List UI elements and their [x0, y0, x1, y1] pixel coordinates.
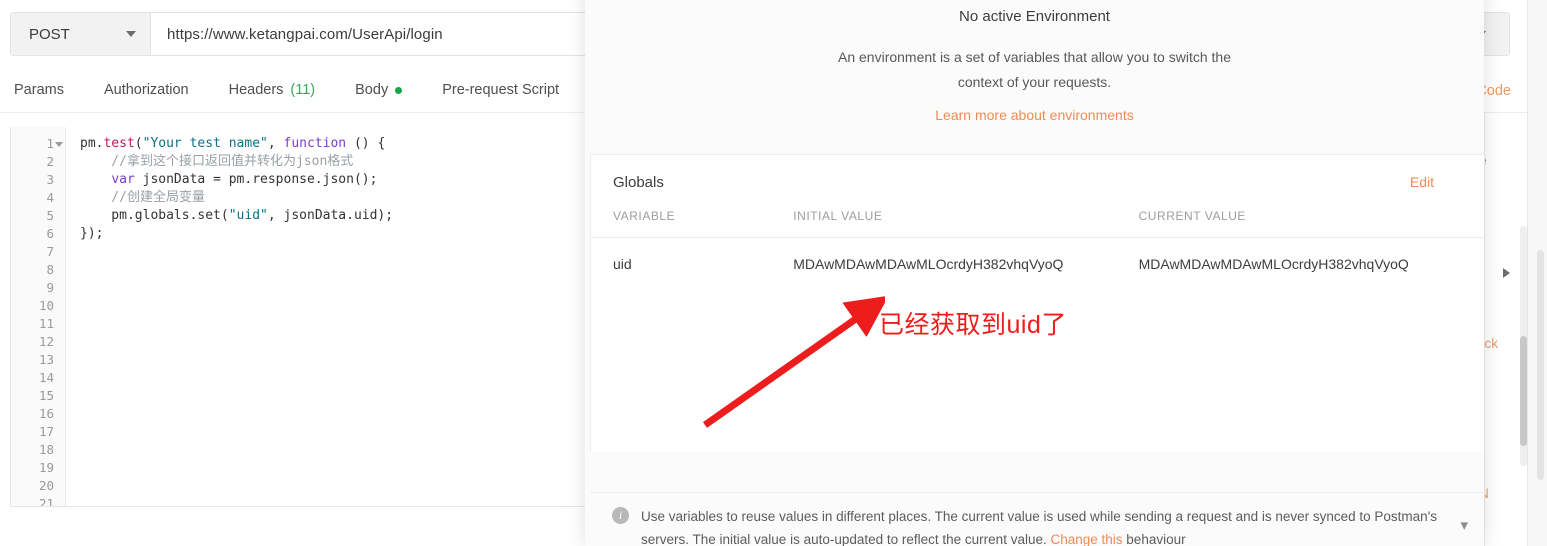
info-icon: i	[612, 507, 629, 524]
cell-current-value: MDAwMDAwMDAwMLOcrdyH382vhqVyoQ	[1138, 256, 1409, 272]
table-header-row: VARIABLE INITIAL VALUE CURRENT VALUE	[591, 209, 1484, 238]
table-body: uid MDAwMDAwMDAwMLOcrdyH382vhqVyoQ MDAwM…	[591, 238, 1484, 272]
code-token: });	[80, 226, 104, 241]
code-token: //创建全局变量	[80, 190, 205, 205]
line-number: 6	[46, 226, 54, 241]
code-token: var	[111, 172, 135, 187]
http-method-label: POST	[29, 25, 70, 43]
modal-description-line2: context of your requests.	[957, 74, 1112, 90]
response-fragment-e: e	[1485, 153, 1487, 168]
globals-variables-table: VARIABLE INITIAL VALUE CURRENT VALUE uid…	[591, 209, 1484, 272]
tab-label: Pre-request Script	[442, 82, 560, 98]
code-token: //拿到这个接口返回值并转化为json格式	[80, 154, 354, 169]
column-header-current-value: CURRENT VALUE	[1138, 209, 1246, 223]
line-number: 2	[46, 154, 54, 169]
globals-header: Globals Edit	[591, 155, 1484, 209]
globals-card: Globals Edit VARIABLE INITIAL VALUE CURR…	[590, 154, 1484, 452]
column-header-variable: VARIABLE	[613, 209, 676, 223]
line-number: 12	[38, 334, 54, 349]
modal-title: No active Environment	[959, 8, 1110, 25]
right-rail	[1527, 0, 1547, 546]
annotation-text: 已经获取到uid了	[879, 311, 1067, 339]
app-root: POST https://www.ketangpai.com/UserApi/l…	[0, 0, 1547, 546]
code-token: jsonData = pm.response.json();	[134, 172, 378, 187]
cell-initial-value: MDAwMDAwMDAwMLOcrdyH382vhqVyoQ	[793, 256, 1064, 272]
chevron-down-icon	[126, 31, 136, 37]
tab-pre-request-script[interactable]: Pre-request Script	[442, 82, 559, 98]
line-number: 4	[46, 190, 54, 205]
line-number: 13	[38, 352, 54, 367]
code-token: pm.globals.set(	[80, 208, 229, 223]
line-number: 20	[38, 478, 54, 493]
line-number: 9	[46, 280, 54, 295]
tab-label: Body	[355, 82, 389, 98]
check-fragment[interactable]: eck	[1485, 336, 1498, 351]
chevron-down-icon[interactable]: ▾	[1460, 516, 1468, 534]
code-token: function	[283, 136, 347, 151]
panel-scrollbar-thumb[interactable]	[1520, 336, 1527, 446]
footer-inner: i Use variables to reuse values in diffe…	[612, 505, 1438, 546]
tab-params[interactable]: Params	[14, 82, 64, 98]
table-row[interactable]: uid MDAwMDAwMDAwMLOcrdyH382vhqVyoQ MDAwM…	[591, 238, 1484, 272]
line-number: 21	[38, 496, 54, 507]
column-header-initial-value: INITIAL VALUE	[793, 209, 883, 223]
http-method-select[interactable]: POST	[11, 13, 151, 55]
cell-variable: uid	[613, 256, 632, 272]
tab-authorization[interactable]: Authorization	[104, 82, 189, 98]
tab-body[interactable]: Body	[355, 82, 403, 98]
tab-label: Headers	[228, 82, 284, 98]
line-number: 7	[46, 244, 54, 259]
modal-description-line1: An environment is a set of variables tha…	[838, 49, 1231, 65]
code-token: "Your test name"	[142, 136, 268, 151]
code-token: ,	[267, 136, 284, 151]
window-scrollbar-thumb[interactable]	[1537, 250, 1544, 480]
modal-footer: i Use variables to reuse values in diffe…	[590, 492, 1484, 546]
line-number: 5	[46, 208, 54, 223]
globals-edit-button[interactable]: Edit	[1410, 174, 1434, 190]
footer-text-part2: behaviour	[1122, 532, 1186, 546]
code-token: "uid"	[228, 208, 268, 223]
footer-text: Use variables to reuse values in differe…	[641, 505, 1438, 546]
line-number: 3	[46, 172, 54, 187]
line-number: 15	[38, 388, 54, 403]
line-number: 8	[46, 262, 54, 277]
change-this-link[interactable]: Change this	[1050, 532, 1122, 546]
line-number: 11	[38, 316, 54, 331]
code-token: () {	[346, 136, 386, 151]
line-number: 10	[38, 298, 54, 313]
environment-modal: No active Environment An environment is …	[585, 0, 1484, 546]
tab-headers[interactable]: Headers (11)	[229, 82, 316, 98]
line-number: 16	[38, 406, 54, 421]
learn-more-link[interactable]: Learn more about environments	[585, 107, 1484, 123]
body-active-dot-icon	[395, 86, 403, 94]
tab-label: Authorization	[103, 82, 189, 98]
line-number: 19	[38, 460, 54, 475]
code-token: , jsonData.uid);	[267, 208, 394, 223]
modal-description: An environment is a set of variables tha…	[800, 45, 1270, 95]
line-number: 14	[38, 370, 54, 385]
globals-title: Globals	[613, 173, 664, 191]
line-number: 18	[38, 442, 54, 457]
code-token: pm.	[80, 136, 104, 151]
table-head: VARIABLE INITIAL VALUE CURRENT VALUE	[591, 209, 1484, 238]
code-token: test	[103, 136, 135, 151]
line-number: 17	[38, 424, 54, 439]
n-fragment[interactable]: N	[1485, 486, 1489, 501]
play-icon[interactable]	[1503, 268, 1510, 278]
fold-toggle-icon[interactable]	[55, 142, 63, 147]
footer-text-part1: Use variables to reuse values in differe…	[641, 509, 1438, 546]
code-token: (	[134, 136, 143, 151]
tab-label: Params	[14, 82, 64, 98]
editor-gutter: 1 2 3 4 5 6 7 8 9 10 11 12 13 14 15 16 17 18 19 20 21	[11, 127, 66, 506]
headers-count: (11)	[290, 82, 316, 98]
environment-modal-header: No active Environment An environment is …	[585, 0, 1484, 123]
